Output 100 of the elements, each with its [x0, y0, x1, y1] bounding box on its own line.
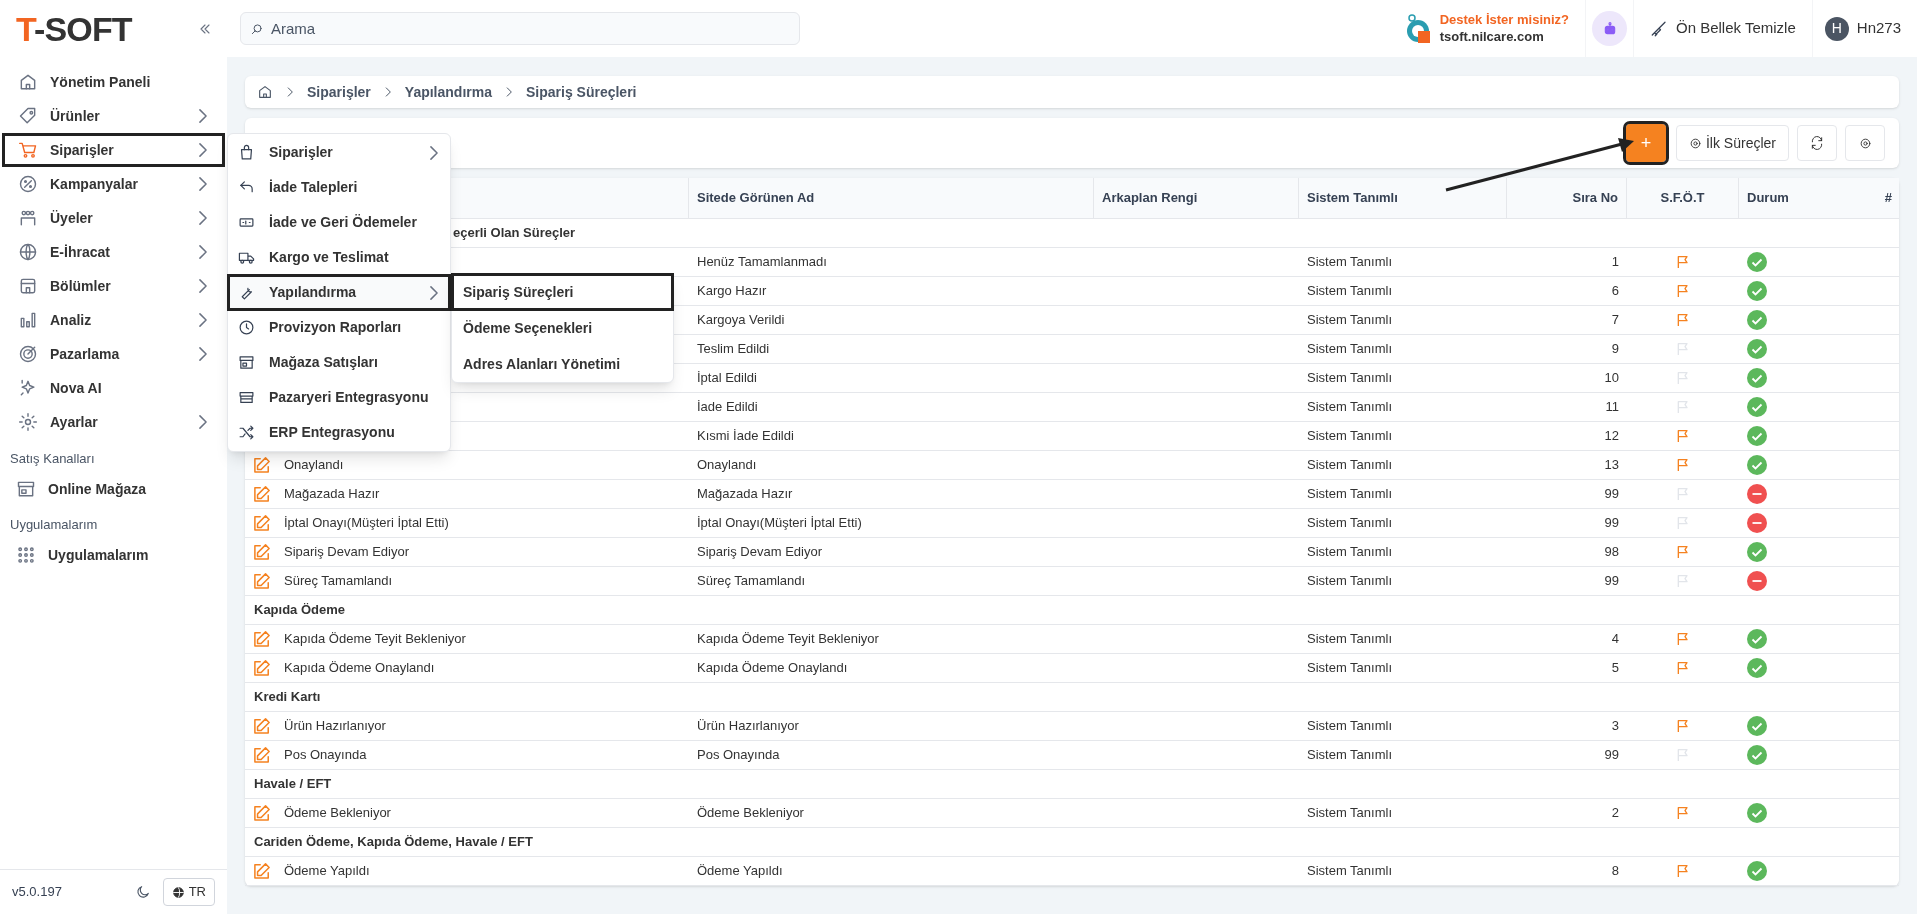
- column-header: Sistem Tanımlı: [1307, 189, 1398, 208]
- group-title: Kapıda Ödeme: [254, 601, 346, 620]
- menu-item[interactable]: Yapılandırma: [228, 275, 450, 310]
- table-cell-text: 99: [1604, 746, 1619, 765]
- refresh-button[interactable]: [1797, 125, 1837, 161]
- globe-icon: [18, 242, 38, 262]
- breadcrumb-link[interactable]: Sipariş Süreçleri: [526, 81, 637, 103]
- column-header: S.F.Ö.T: [1660, 189, 1705, 208]
- table-cell-text: Onaylandı: [697, 456, 757, 475]
- table-cell-text: Ödeme Yapıldı: [284, 862, 370, 881]
- table-cell-text: Sistem Tanımlı: [1307, 311, 1392, 330]
- user-name[interactable]: Hn273: [1856, 17, 1901, 40]
- menu-item[interactable]: Sipariş Süreçleri: [452, 274, 673, 310]
- table-cell-text: 13: [1604, 456, 1619, 475]
- menu-item[interactable]: İade Talepleri: [228, 170, 450, 205]
- table-cell-text: Kapıda Ödeme Onaylandı: [697, 659, 848, 678]
- settings-button[interactable]: [1845, 125, 1885, 161]
- table-cell-text: Sistem Tanımlı: [1307, 862, 1392, 881]
- menu-item[interactable]: Mağaza Satışları: [228, 345, 450, 380]
- history-icon: [238, 319, 255, 336]
- table-cell-text: Sistem Tanımlı: [1307, 572, 1392, 591]
- table-cell-text: Henüz Tamamlanmadı: [697, 253, 827, 272]
- sidebar-item[interactable]: E-İhracat: [2, 235, 225, 269]
- table-cell-text: Onaylandı: [284, 456, 344, 475]
- storefront-icon: [238, 389, 255, 406]
- edit-icon: [254, 747, 270, 763]
- sidebar-item[interactable]: Online Mağaza: [0, 473, 227, 505]
- menu-item[interactable]: Siparişler: [228, 135, 450, 170]
- table-cell-text: 9: [1611, 340, 1619, 359]
- sidebar-item[interactable]: Üyeler: [2, 201, 225, 235]
- menu-item[interactable]: Adres Alanları Yönetimi: [452, 346, 673, 382]
- home-icon: [257, 84, 273, 100]
- table-cell-text: Kapıda Ödeme Onaylandı: [284, 659, 435, 678]
- table-cell-text: İptal Onayı(Müşteri İptal Etti): [284, 514, 449, 533]
- cart-icon: [18, 140, 38, 160]
- table-cell-text: Kapıda Ödeme Teyit Bekleniyor: [697, 630, 879, 649]
- home-icon: [18, 72, 38, 92]
- search-icon: [250, 22, 264, 36]
- grid-dots-icon: [16, 545, 36, 565]
- group-title: eçerli Olan Süreçler: [453, 224, 576, 243]
- table-cell-text: Mağazada Hazır: [697, 485, 793, 504]
- chart-icon: [18, 310, 38, 330]
- table-cell-text: Sistem Tanımlı: [1307, 340, 1392, 359]
- menu-item[interactable]: Provizyon Raporları: [228, 310, 450, 345]
- table-cell-text: 1: [1611, 253, 1619, 272]
- sidebar-item[interactable]: Ürünler: [2, 99, 225, 133]
- tag-icon: [18, 106, 38, 126]
- group-title: Cariden Ödeme, Kapıda Ödeme, Havale / EFT: [254, 833, 533, 852]
- sidebar-item[interactable]: Nova AI: [2, 371, 225, 405]
- target-icon: [18, 344, 38, 364]
- menu-item[interactable]: Pazaryeri Entegrasyonu: [228, 380, 450, 415]
- table-cell-text: Sistem Tanımlı: [1307, 398, 1392, 417]
- initial-processes-button[interactable]: İlk Süreçler: [1675, 125, 1789, 161]
- table-cell-text: 4: [1611, 630, 1619, 649]
- column-header: Sıra No: [1572, 189, 1618, 208]
- breadcrumb-link[interactable]: Yapılandırma: [404, 81, 492, 103]
- table-cell-text: Süreç Tamamlandı: [697, 572, 806, 591]
- section-title: Uygulamalarım: [9, 516, 99, 535]
- table-cell-text: İade Edildi: [697, 398, 758, 417]
- menu-item[interactable]: ERP Entegrasyonu: [228, 415, 450, 450]
- user-avatar[interactable]: H: [1824, 16, 1849, 41]
- version-text: v5.0.197: [12, 883, 63, 902]
- menu-item[interactable]: Kargo ve Teslimat: [228, 240, 450, 275]
- sidebar-item[interactable]: Kampanyalar: [2, 167, 225, 201]
- settings-icon: [1858, 136, 1872, 150]
- group-title: Havale / EFT: [254, 775, 332, 794]
- menu-item[interactable]: İade ve Geri Ödemeler: [228, 205, 450, 240]
- edit-icon: [254, 660, 270, 676]
- discount-icon: [18, 174, 38, 194]
- table-cell-text: İptal Edildi: [697, 369, 757, 388]
- edit-icon: [254, 457, 270, 473]
- language-button[interactable]: TR: [162, 878, 215, 906]
- bag-icon: [238, 144, 255, 161]
- support-link[interactable]: tsoft.nilcare.com: [1439, 28, 1569, 45]
- sidebar-item[interactable]: Uygulamalarım: [0, 539, 227, 571]
- column-header: Arkaplan Rengi: [1102, 189, 1198, 208]
- table-cell-text: Ödeme Bekleniyor: [284, 804, 391, 823]
- table-cell-text: Sistem Tanımlı: [1307, 485, 1392, 504]
- assistant-button[interactable]: [1592, 11, 1627, 46]
- shuffle-icon: [238, 424, 255, 441]
- breadcrumb-link[interactable]: Siparişler: [307, 81, 371, 103]
- table-cell-text: Sipariş Devam Ediyor: [284, 543, 409, 562]
- table-cell-text: 2: [1611, 804, 1619, 823]
- menu-item[interactable]: Ödeme Seçenekleri: [452, 310, 673, 346]
- sidebar-item[interactable]: Yönetim Paneli: [2, 65, 225, 99]
- column-header: Sitede Görünen Ad: [697, 189, 815, 208]
- table-cell-text: 8: [1611, 862, 1619, 881]
- sidebar-item[interactable]: Analiz: [2, 303, 225, 337]
- search-field[interactable]: Arama: [240, 12, 800, 45]
- sidebar-item[interactable]: Ayarlar: [2, 405, 225, 439]
- table-cell-text: Pos Onayında: [284, 746, 367, 765]
- edit-icon: [254, 718, 270, 734]
- edit-icon: [254, 515, 270, 531]
- table-cell-text: 11: [1605, 398, 1619, 417]
- edit-icon: [254, 486, 270, 502]
- sidebar-item[interactable]: Pazarlama: [2, 337, 225, 371]
- sidebar-item[interactable]: Bölümler: [2, 269, 225, 303]
- sidebar-item[interactable]: Siparişler: [2, 133, 225, 167]
- table-cell-text: Sipariş Devam Ediyor: [697, 543, 822, 562]
- table-cell-text: 12: [1604, 427, 1619, 446]
